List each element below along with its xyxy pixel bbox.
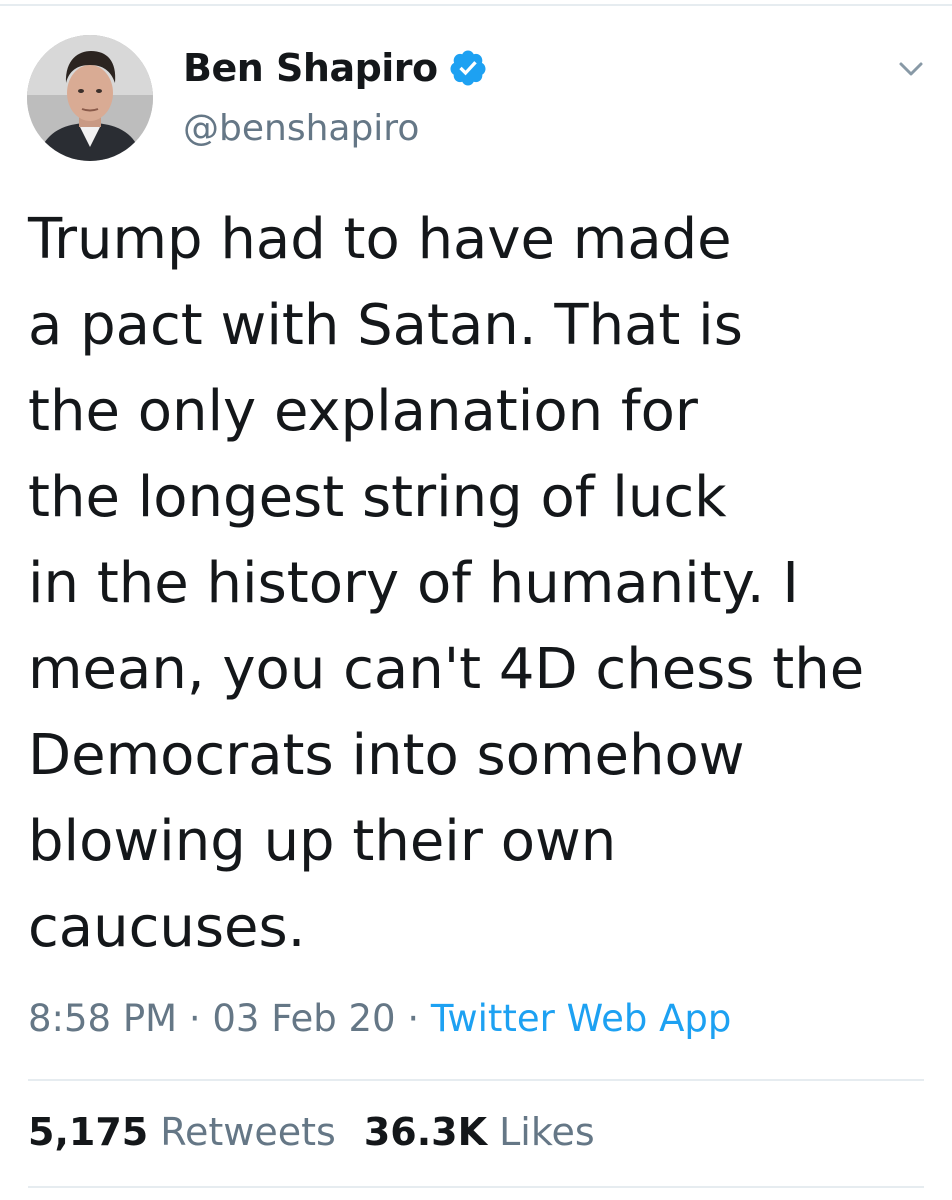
tweet-line: in the history of humanity. I bbox=[28, 551, 799, 616]
display-name-row[interactable]: Ben Shapiro bbox=[183, 46, 488, 90]
top-divider bbox=[0, 4, 952, 6]
chevron-down-icon[interactable] bbox=[893, 54, 929, 84]
tweet-text: Trump had to have made a pact with Satan… bbox=[28, 197, 928, 971]
handle[interactable]: @benshapiro bbox=[183, 108, 419, 149]
likes-stat[interactable]: 36.3K Likes bbox=[364, 1110, 595, 1154]
retweets-stat[interactable]: 5,175 Retweets bbox=[28, 1110, 336, 1154]
avatar[interactable] bbox=[27, 35, 153, 161]
divider bbox=[28, 1186, 924, 1188]
profile-photo bbox=[27, 35, 153, 161]
tweet-source-link[interactable]: Twitter Web App bbox=[431, 997, 731, 1040]
tweet-meta: 8:58 PM · 03 Feb 20 · Twitter Web App bbox=[28, 997, 731, 1040]
tweet-date[interactable]: 03 Feb 20 bbox=[212, 997, 395, 1040]
retweets-count: 5,175 bbox=[28, 1110, 149, 1154]
tweet-line: Democrats into somehow bbox=[28, 723, 745, 788]
meta-separator: · bbox=[407, 997, 420, 1040]
tweet-line: the longest string of luck bbox=[28, 465, 727, 530]
likes-label: Likes bbox=[499, 1110, 595, 1154]
tweet-stats: 5,175 Retweets 36.3K Likes bbox=[28, 1110, 623, 1154]
tweet-line: blowing up their own bbox=[28, 809, 617, 874]
divider bbox=[28, 1079, 924, 1081]
tweet-line: Trump had to have made bbox=[28, 207, 732, 272]
tweet-line: the only explanation for bbox=[28, 379, 698, 444]
verified-badge-icon bbox=[448, 48, 488, 88]
tweet-line: mean, you can't 4D chess the bbox=[28, 637, 865, 702]
tweet-line: a pact with Satan. That is bbox=[28, 293, 743, 358]
likes-count: 36.3K bbox=[363, 1110, 488, 1154]
tweet-time[interactable]: 8:58 PM bbox=[28, 997, 177, 1040]
retweets-label: Retweets bbox=[160, 1110, 336, 1154]
display-name[interactable]: Ben Shapiro bbox=[183, 46, 438, 90]
meta-separator: · bbox=[188, 997, 201, 1040]
tweet-line: caucuses. bbox=[28, 895, 306, 960]
